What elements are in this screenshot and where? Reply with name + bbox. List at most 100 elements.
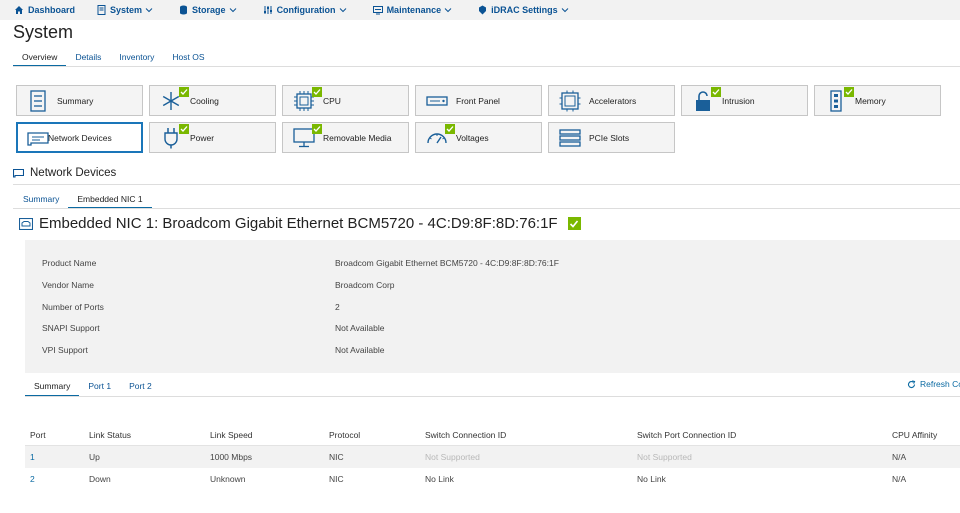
front-panel-icon [426, 95, 448, 106]
server-icon [97, 5, 106, 15]
property-row: VPI Support Not Available [25, 339, 960, 361]
tab-host-os[interactable]: Host OS [163, 50, 213, 67]
nav-storage[interactable]: Storage [179, 5, 241, 15]
property-value: Not Available [335, 323, 385, 333]
tile-removable-media[interactable]: Removable Media [282, 122, 409, 153]
tile-accelerators[interactable]: Accelerators [548, 85, 675, 116]
divider [13, 66, 960, 67]
power-plug-icon [164, 127, 178, 148]
system-tabs: Overview Details Inventory Host OS [13, 50, 214, 67]
tile-front-panel[interactable]: Front Panel [415, 85, 542, 116]
property-row: SNAPI Support Not Available [25, 317, 960, 339]
nav-label: Maintenance [386, 5, 442, 15]
status-ok-icon [445, 124, 455, 134]
lock-icon [696, 90, 710, 111]
chevron-down-icon [444, 8, 452, 13]
tab-port-1[interactable]: Port 1 [79, 379, 120, 397]
network-tabs: Summary Embedded NIC 1 [14, 193, 152, 209]
tab-overview[interactable]: Overview [13, 50, 67, 67]
nav-dashboard[interactable]: Dashboard [14, 5, 75, 15]
nav-configuration[interactable]: Configuration [263, 5, 351, 15]
status-ok-icon [312, 87, 322, 97]
tile-label: Power [190, 132, 215, 143]
property-label: Product Name [42, 258, 97, 268]
status-ok-icon [844, 87, 854, 97]
monitor-icon [372, 6, 383, 15]
table-row: 1 Up 1000 Mbps NIC Not Supported Not Sup… [25, 446, 960, 468]
page-title: System [13, 22, 74, 42]
column-header: Switch Port Connection ID [637, 430, 737, 440]
tab-embedded-nic-1[interactable]: Embedded NIC 1 [68, 193, 152, 209]
table-cell: N/A [892, 474, 907, 484]
refresh-icon [907, 379, 916, 388]
column-header: Switch Connection ID [425, 430, 507, 440]
property-label: VPI Support [42, 345, 88, 355]
port-link[interactable]: 1 [30, 446, 35, 468]
table-cell: Not Supported [637, 452, 692, 462]
tab-port-summary[interactable]: Summary [25, 379, 80, 397]
refresh-button[interactable]: Refresh Co [907, 379, 960, 389]
column-header: Link Status [89, 430, 132, 440]
database-icon [180, 5, 188, 15]
port-link[interactable]: 2 [30, 468, 35, 490]
divider [13, 184, 960, 185]
property-label: SNAPI Support [42, 323, 100, 333]
tab-inventory[interactable]: Inventory [110, 50, 163, 67]
badge-icon [479, 5, 487, 15]
column-header: Port [30, 430, 46, 440]
tile-voltages[interactable]: Voltages [415, 122, 542, 153]
tab-details[interactable]: Details [66, 50, 110, 67]
tile-label: Network Devices [48, 132, 112, 143]
ports-table: Port Link Status Link Speed Protocol Swi… [25, 425, 960, 490]
tile-intrusion[interactable]: Intrusion [681, 85, 808, 116]
nav-label: Configuration [276, 5, 336, 15]
pcie-slots-icon [559, 128, 581, 147]
port-tabs: Summary Port 1 Port 2 [25, 379, 161, 397]
tile-label: Memory [855, 95, 886, 106]
component-tiles: Summary Cooling CPU Front Panel Accelera… [16, 85, 941, 153]
column-header: CPU Affinity [892, 430, 938, 440]
status-ok-icon [711, 87, 721, 97]
nic-heading: Embedded NIC 1: Broadcom Gigabit Etherne… [19, 215, 581, 232]
property-row: Vendor Name Broadcom Corp [25, 274, 960, 296]
property-row: Product Name Broadcom Gigabit Ethernet B… [25, 252, 960, 274]
sliders-icon [263, 6, 272, 14]
tile-cpu[interactable]: CPU [282, 85, 409, 116]
table-cell: No Link [637, 474, 666, 484]
nav-system[interactable]: System [97, 5, 157, 15]
tile-cooling[interactable]: Cooling [149, 85, 276, 116]
section-title: Network Devices [13, 167, 116, 179]
nav-idrac-settings[interactable]: iDRAC Settings [478, 5, 573, 15]
table-cell: Down [89, 474, 111, 484]
tile-label: Front Panel [456, 95, 500, 106]
chevron-down-icon [339, 8, 346, 13]
refresh-label: Refresh Co [920, 379, 960, 389]
network-card-icon [13, 168, 24, 178]
tile-pcie-slots[interactable]: PCIe Slots [548, 122, 675, 153]
divider [25, 396, 960, 397]
table-cell: Unknown [210, 474, 246, 484]
nav-label: Storage [192, 5, 226, 15]
property-row: Number of Ports 2 [25, 296, 960, 318]
column-header: Link Speed [210, 430, 253, 440]
home-icon [15, 6, 23, 14]
snowflake-icon [162, 91, 180, 110]
nav-maintenance[interactable]: Maintenance [372, 5, 457, 15]
top-navigation: Dashboard System Storage Configuration M… [0, 0, 960, 20]
tile-summary[interactable]: Summary [16, 85, 143, 116]
network-card-icon [19, 217, 33, 230]
tab-port-2[interactable]: Port 2 [120, 379, 161, 397]
table-cell: Not Supported [425, 452, 480, 462]
tile-label: PCIe Slots [589, 132, 630, 143]
tile-power[interactable]: Power [149, 122, 276, 153]
status-ok-icon [567, 217, 581, 230]
nic-title: Embedded NIC 1: Broadcom Gigabit Etherne… [39, 215, 558, 232]
tab-network-summary[interactable]: Summary [14, 193, 68, 209]
tile-label: Cooling [190, 95, 219, 106]
nav-label: iDRAC Settings [491, 5, 558, 15]
tile-label: Voltages [456, 132, 489, 143]
section-title-text: Network Devices [30, 167, 117, 179]
tile-memory[interactable]: Memory [814, 85, 941, 116]
column-header: Protocol [329, 430, 361, 440]
tile-network-devices[interactable]: Network Devices [16, 122, 143, 153]
